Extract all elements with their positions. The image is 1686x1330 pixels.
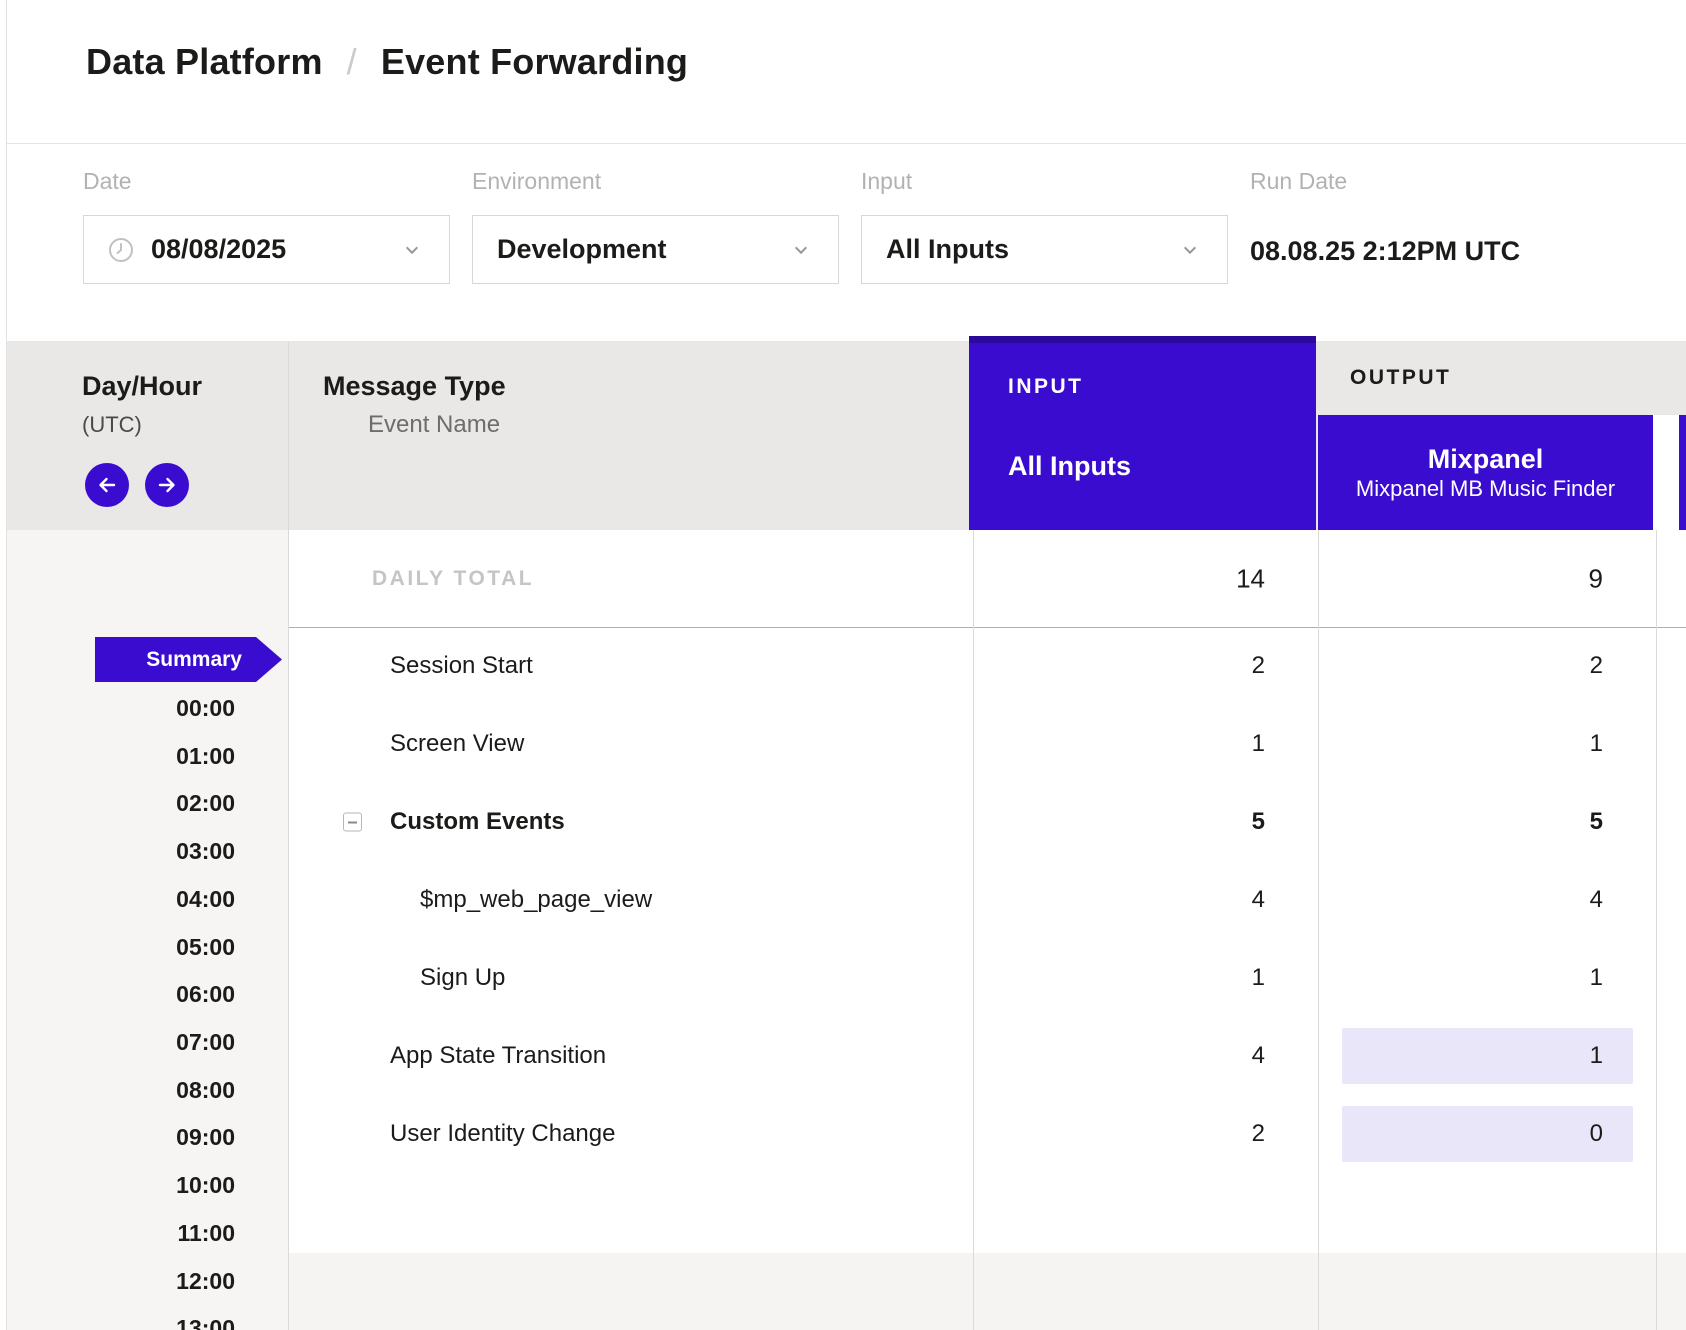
- event-forwarding-page: Data Platform / Event Forwarding Date En…: [0, 0, 1686, 1330]
- date-filter-label: Date: [83, 168, 132, 195]
- output-cell-value: 5: [1590, 808, 1603, 836]
- hour-item-03[interactable]: 03:00: [176, 838, 235, 864]
- table-row: User Identity Change 2 0: [288, 1095, 1686, 1173]
- hour-item-12[interactable]: 12:00: [176, 1268, 235, 1294]
- table-row-custom-events: Custom Events 5 5: [288, 783, 1686, 861]
- row-label: User Identity Change: [390, 1120, 615, 1148]
- breadcrumb-event-forwarding: Event Forwarding: [381, 41, 688, 83]
- hour-item-02[interactable]: 02:00: [176, 790, 235, 816]
- highlighted-output-cell: 0: [1342, 1106, 1633, 1162]
- summary-badge[interactable]: Summary: [95, 637, 282, 682]
- table-row: Sign Up 1 1: [288, 939, 1686, 1017]
- chevron-down-icon: [788, 242, 814, 258]
- input-dropdown[interactable]: All Inputs: [861, 215, 1228, 284]
- row-label: Custom Events: [390, 808, 565, 836]
- header-divider: [7, 143, 1686, 144]
- table-row: Screen View 1 1: [288, 705, 1686, 783]
- date-dropdown-value: 08/08/2025: [151, 234, 399, 265]
- hour-item-10[interactable]: 10:00: [176, 1172, 235, 1198]
- message-type-header: Message Type: [323, 371, 506, 402]
- input-cell-value: 4: [1252, 1042, 1265, 1070]
- output-column-header[interactable]: Mixpanel Mixpanel MB Music Finder: [1318, 415, 1653, 530]
- input-cell-value: 2: [1252, 1120, 1265, 1148]
- table-row: $mp_web_page_view 4 4: [288, 861, 1686, 939]
- environment-dropdown-value: Development: [497, 234, 788, 265]
- previous-day-button[interactable]: [85, 463, 129, 507]
- breadcrumb-data-platform[interactable]: Data Platform: [86, 41, 323, 83]
- input-dropdown-value: All Inputs: [886, 234, 1177, 265]
- row-label: Sign Up: [420, 964, 505, 992]
- table-footer-band: [288, 1253, 1686, 1330]
- chevron-down-icon: [1177, 242, 1203, 258]
- event-name-subheader: Event Name: [368, 411, 500, 439]
- row-label: $mp_web_page_view: [420, 886, 652, 914]
- row-label: App State Transition: [390, 1042, 606, 1070]
- run-date-label: Run Date: [1250, 168, 1347, 195]
- hour-item-04[interactable]: 04:00: [176, 886, 235, 912]
- breadcrumb-separator: /: [347, 41, 357, 83]
- output-cell-value: 1: [1590, 964, 1603, 992]
- hour-rail: Summary 00:00 01:00 02:00 03:00 04:00 05…: [7, 530, 288, 1330]
- output-column-title: Mixpanel: [1428, 446, 1544, 473]
- clock-icon: [108, 237, 134, 263]
- output-cell-value: 2: [1590, 652, 1603, 680]
- row-label: Session Start: [390, 652, 533, 680]
- arrow-left-icon: [95, 473, 119, 497]
- next-column-border: [1656, 530, 1657, 1330]
- input-column-border: [973, 530, 974, 1330]
- table-row: App State Transition 4 1: [288, 1017, 1686, 1095]
- arrow-right-icon: [155, 473, 179, 497]
- day-hour-header: Day/Hour: [82, 371, 202, 402]
- row-label: Screen View: [390, 730, 524, 758]
- output-cell-value: 1: [1590, 1042, 1603, 1070]
- input-filter-label: Input: [861, 168, 912, 195]
- table-row: Session Start 2 2: [288, 627, 1686, 705]
- output-cell-value: 1: [1590, 730, 1603, 758]
- hour-item-11[interactable]: 11:00: [177, 1220, 235, 1246]
- output-eyebrow: OUTPUT: [1350, 366, 1451, 390]
- hour-item-05[interactable]: 05:00: [176, 934, 235, 960]
- input-cell-value: 4: [1252, 886, 1265, 914]
- input-cell-value: 2: [1252, 652, 1265, 680]
- hour-item-01[interactable]: 01:00: [176, 743, 235, 769]
- hour-item-13[interactable]: 13:00: [176, 1315, 235, 1330]
- input-header-accent-strip: [969, 336, 1316, 343]
- environment-filter-label: Environment: [472, 168, 601, 195]
- date-dropdown[interactable]: 08/08/2025: [83, 215, 450, 284]
- output-cell-value: 0: [1590, 1120, 1603, 1148]
- next-output-column-partial: [1679, 415, 1686, 530]
- hour-item-08[interactable]: 08:00: [176, 1077, 235, 1103]
- breadcrumb: Data Platform / Event Forwarding: [86, 40, 688, 84]
- daily-total-row: DAILY TOTAL 14 9: [288, 530, 1686, 627]
- day-hour-timezone: (UTC): [82, 412, 142, 438]
- input-eyebrow: INPUT: [1008, 375, 1084, 399]
- next-day-button[interactable]: [145, 463, 189, 507]
- input-column-title: All Inputs: [1008, 451, 1131, 482]
- input-cell-value: 5: [1252, 808, 1265, 836]
- hour-item-00[interactable]: 00:00: [176, 695, 235, 721]
- run-date-value: 08.08.25 2:12PM UTC: [1250, 236, 1520, 267]
- output-column-subtitle: Mixpanel MB Music Finder: [1356, 478, 1615, 500]
- hour-item-07[interactable]: 07:00: [176, 1029, 235, 1055]
- daily-total-output-value: 9: [1589, 563, 1603, 594]
- input-cell-value: 1: [1252, 964, 1265, 992]
- hour-item-06[interactable]: 06:00: [176, 981, 235, 1007]
- input-cell-value: 1: [1252, 730, 1265, 758]
- input-column-header: [969, 336, 1316, 530]
- collapse-icon[interactable]: [343, 813, 362, 832]
- hour-item-09[interactable]: 09:00: [176, 1124, 235, 1150]
- highlighted-output-cell: 1: [1342, 1028, 1633, 1084]
- chevron-down-icon: [399, 242, 425, 258]
- environment-dropdown[interactable]: Development: [472, 215, 839, 284]
- rail-column-border: [288, 341, 289, 1330]
- daily-total-label: DAILY TOTAL: [372, 567, 534, 591]
- output-column-border: [1318, 530, 1319, 1330]
- daily-total-input-value: 14: [1236, 563, 1265, 594]
- output-cell-value: 4: [1590, 886, 1603, 914]
